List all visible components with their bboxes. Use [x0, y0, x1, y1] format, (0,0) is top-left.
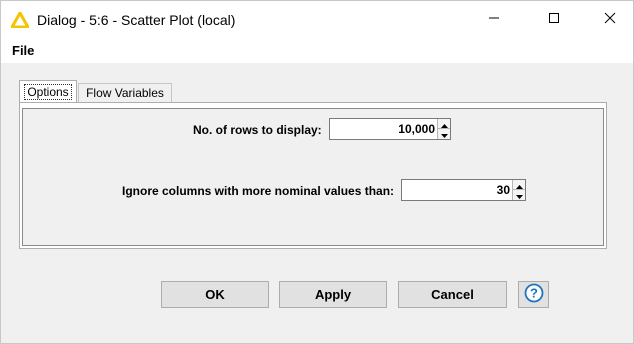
rows-spinner-arrows [437, 119, 450, 139]
rows-to-display-label: No. of rows to display: [193, 123, 322, 137]
help-button[interactable]: ? [518, 281, 549, 308]
apply-button[interactable]: Apply [279, 281, 387, 308]
options-panel: No. of rows to display: Ig [19, 102, 607, 249]
minimize-button[interactable] [471, 1, 517, 39]
minimize-icon [488, 11, 500, 29]
tab-options-label: Options [24, 83, 72, 100]
tab-options[interactable]: Options [19, 80, 77, 102]
knime-warning-triangle-icon [10, 11, 30, 29]
menu-file[interactable]: File [12, 43, 34, 58]
nominal-values-spinner[interactable] [401, 179, 526, 201]
cancel-button[interactable]: Cancel [398, 281, 507, 308]
dialog-window: Dialog - 5:6 - Scatter Plot (local) File [0, 0, 634, 344]
help-question-icon: ? [524, 283, 544, 306]
ok-button[interactable]: OK [161, 281, 269, 308]
rows-decrement-button[interactable] [438, 129, 450, 139]
maximize-button[interactable] [531, 1, 577, 39]
tab-flow-variables-label: Flow Variables [86, 86, 164, 100]
tab-flow-variables[interactable]: Flow Variables [78, 83, 172, 102]
close-icon [604, 11, 616, 29]
rows-to-display-input[interactable] [330, 119, 438, 139]
spin-down-icon [515, 186, 523, 204]
nominal-spinner-arrows [512, 180, 525, 200]
nominal-decrement-button[interactable] [513, 190, 525, 200]
menu-bar: File [1, 39, 633, 63]
maximize-icon [548, 11, 560, 29]
options-group: No. of rows to display: Ig [22, 108, 604, 246]
nominal-values-input[interactable] [402, 180, 513, 200]
spin-down-icon [440, 125, 448, 143]
nominal-values-label: Ignore columns with more nominal values … [122, 184, 395, 198]
title-bar[interactable]: Dialog - 5:6 - Scatter Plot (local) [1, 1, 633, 39]
rows-to-display-spinner[interactable] [329, 118, 451, 140]
close-button[interactable] [587, 1, 633, 39]
svg-text:?: ? [530, 286, 538, 301]
window-title: Dialog - 5:6 - Scatter Plot (local) [37, 12, 236, 28]
